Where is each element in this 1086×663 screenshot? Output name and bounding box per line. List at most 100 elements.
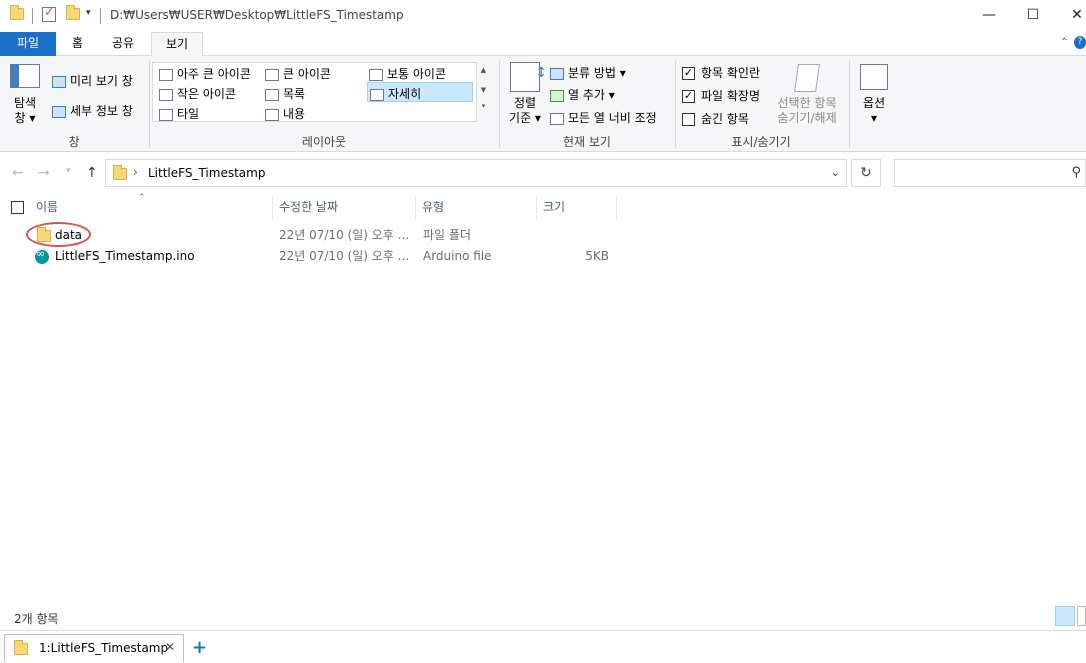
details-pane-icon [52,105,66,118]
navigation-pane-label: 탐색 [13,96,37,110]
preview-pane-label: 미리 보기 창 [70,74,133,88]
layout-gallery: 아주 큰 아이콘 큰 아이콘 보통 아이콘 작은 아이콘 목록 자세히 타일 내… [152,62,490,122]
layout-extra-large-icons[interactable]: 아주 큰 아이콘 [159,65,251,82]
item-checkboxes-toggle[interactable]: ✓ 항목 확인란 [682,64,760,81]
column-name[interactable]: 이름 [30,196,273,220]
close-tab-icon[interactable]: ✕ [165,640,175,654]
size-all-columns-button[interactable]: 모든 열 너비 조정 [550,109,657,126]
checkbox-checked-icon: ✓ [682,66,695,80]
gallery-more-icon[interactable]: ▾ [477,102,490,110]
layout-details[interactable]: 자세히 [367,82,473,102]
hide-selected-button[interactable]: 선택한 항목 숨기기/해제 [770,64,844,126]
column-size[interactable]: 크기 [537,196,617,220]
navigation-pane-label-2: 창 ▾ [14,111,36,125]
file-extensions-label: 파일 확장명 [701,89,761,103]
tab-file[interactable]: 파일 [0,32,56,56]
minimize-button[interactable]: — [966,0,1012,32]
details-pane-button[interactable]: 세부 정보 창 [52,102,133,119]
properties-icon[interactable]: ✓ [42,5,56,22]
ribbon: 탐색 창 ▾ 미리 보기 창 세부 정보 창 창 아주 큰 아이콘 큰 아이콘 … [0,56,1086,152]
layout-medium-icons[interactable]: 보통 아이콘 [369,65,446,82]
layout-gallery-scroll[interactable]: ▲ ▼ ▾ [476,62,490,122]
file-size: 5KB [585,249,609,263]
hidden-items-label: 숨긴 항목 [701,112,749,126]
column-date-modified[interactable]: 수정한 날짜 [273,196,416,220]
preview-pane-button[interactable]: 미리 보기 창 [52,72,133,89]
details-view-toggle-icon[interactable] [1055,606,1075,626]
group-by-label: 분류 방법 ▾ [568,66,626,80]
size-all-columns-icon [550,112,564,125]
group-divider [849,60,850,148]
layout-list[interactable]: 목록 [265,85,305,102]
sort-by-button[interactable]: ↕ 정렬 기준 ▾ [508,62,547,126]
options-arrow-icon: ▾ [870,111,878,125]
medium-icons-icon [369,68,383,81]
new-folder-icon[interactable] [66,5,80,23]
file-size [543,225,609,246]
collapse-ribbon-icon[interactable]: ⌃ [1060,37,1068,48]
scroll-up-icon[interactable]: ▲ [477,66,490,74]
maximize-button[interactable]: ☐ [1010,0,1056,32]
forward-arrow-icon[interactable]: → [38,165,50,181]
layout-tiles[interactable]: 타일 [159,105,199,122]
list-item[interactable]: LittleFS_Timestamp.ino 22년 07/10 (일) 오후 … [0,246,1086,267]
layout-content[interactable]: 내용 [265,105,305,122]
help-icon[interactable]: ? [1074,36,1086,49]
customize-quick-access-icon[interactable]: ▾ [86,8,91,18]
refresh-button[interactable]: ↻ [851,159,881,187]
layout-large-icons[interactable]: 큰 아이콘 [265,65,331,82]
group-label-pane: 창 [68,135,80,149]
bottom-tab-bar: 1:LittleFS_Timestamp ✕ + [0,630,1086,663]
back-arrow-icon[interactable]: ← [12,165,24,181]
large-icons-icon [265,68,279,81]
tab-view[interactable]: 보기 [151,32,203,57]
tiles-icon [159,108,173,121]
extra-large-icons-label: 아주 큰 아이콘 [177,67,251,81]
size-all-columns-label: 모든 열 너비 조정 [568,111,657,125]
group-label-current-view: 현재 보기 [563,135,611,149]
layout-small-icons[interactable]: 작은 아이콘 [159,85,236,102]
add-columns-button[interactable]: 열 추가 ▾ [550,86,615,103]
options-label: 옵션 [862,96,886,110]
hidden-items-toggle[interactable]: 숨긴 항목 [682,110,749,127]
recent-locations-icon[interactable]: ▾ [66,166,71,176]
details-pane-label: 세부 정보 창 [70,104,133,118]
add-tab-button[interactable]: + [192,637,207,658]
navigation-pane-icon [10,64,40,88]
file-type: 파일 폴더 [423,228,471,242]
small-icons-label: 작은 아이콘 [177,87,237,101]
item-checkboxes-label: 항목 확인란 [701,66,761,80]
explorer-tab-label: 1:LittleFS_Timestamp [39,641,169,655]
list-item[interactable]: data 22년 07/10 (일) 오후 ... 파일 폴더 [0,225,1086,246]
options-button[interactable]: 옵션 ▾ [856,64,892,126]
tab-share[interactable]: 공유 [100,32,146,56]
address-bar[interactable]: › LittleFS_Timestamp ⌄ [105,159,847,187]
tab-home[interactable]: 홈 [60,32,95,56]
folder-icon [14,640,28,658]
file-type: Arduino file [423,249,492,263]
search-input[interactable]: ⚲ [894,159,1086,187]
address-row: ← → ▾ ↑ › LittleFS_Timestamp ⌄ ↻ ⚲ [0,156,1086,190]
explorer-tab[interactable]: 1:LittleFS_Timestamp ✕ [4,634,184,662]
folder-icon [113,165,127,183]
close-button[interactable]: ✕ [1054,0,1086,32]
up-arrow-icon[interactable]: ↑ [86,165,98,181]
scroll-down-icon[interactable]: ▼ [477,86,490,94]
group-by-button[interactable]: 분류 방법 ▾ [550,64,626,81]
address-dropdown-icon[interactable]: ⌄ [831,166,840,179]
select-all-checkbox[interactable] [11,201,24,214]
navigation-pane-button[interactable]: 탐색 창 ▾ [10,64,40,126]
file-date-modified: 22년 07/10 (일) 오후 ... [279,249,410,263]
file-extensions-toggle[interactable]: ✓ 파일 확장명 [682,87,760,104]
large-icons-label: 큰 아이콘 [283,67,331,81]
breadcrumb-current-folder[interactable]: LittleFS_Timestamp [148,166,265,180]
group-label-layout: 레이아웃 [301,135,347,149]
folder-icon [10,5,24,23]
details-view-icon [370,88,384,101]
column-type[interactable]: 유형 [416,196,537,220]
add-columns-icon [550,89,564,102]
large-icons-view-toggle-icon[interactable] [1077,606,1086,626]
group-by-icon [550,67,564,80]
refresh-icon: ↻ [860,165,872,181]
sort-by-label: 정렬 [513,96,537,110]
